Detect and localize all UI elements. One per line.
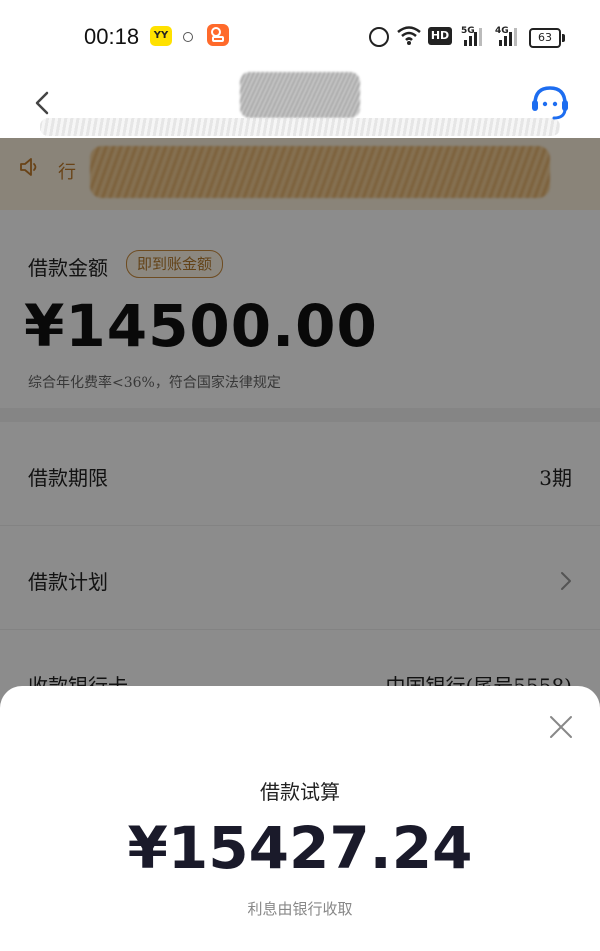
page-title-redacted (240, 72, 360, 118)
wifi-icon (397, 26, 421, 45)
hd-badge: HD (428, 27, 452, 45)
loan-trial-sheet: 借款试算 ¥15427.24 利息由银行收取 (0, 686, 600, 951)
battery-icon: 63 (529, 28, 565, 48)
interest-note: 利息由银行收取 (247, 900, 353, 918)
status-time: 00:18 (84, 24, 140, 49)
sheet-title: 借款试算 (260, 780, 340, 804)
alarm-icon (369, 27, 389, 47)
back-arrow-icon[interactable] (28, 88, 58, 118)
kuaishou-app-icon (207, 24, 229, 46)
redaction-scribble (40, 118, 560, 136)
status-bar: 00:18 YY HD 5G 4G 63 (0, 0, 600, 70)
signal-5g-icon (464, 28, 482, 46)
customer-service-icon[interactable] (528, 80, 572, 124)
total-repayment-value: ¥15427.24 (127, 814, 473, 882)
nav-bar (0, 70, 600, 138)
signal-4g-icon (499, 28, 517, 46)
close-icon[interactable] (548, 714, 574, 740)
yy-app-icon: YY (150, 26, 172, 46)
notification-dot-icon (183, 32, 193, 42)
